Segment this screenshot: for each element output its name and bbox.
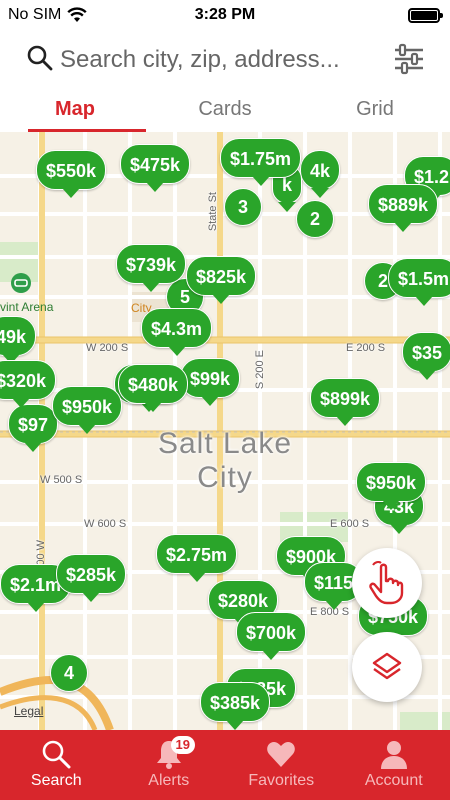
price-pin[interactable]: $550k: [36, 150, 107, 198]
price-pin[interactable]: $950k: [52, 386, 123, 434]
battery-fill: [411, 11, 437, 20]
tabbar-account[interactable]: Account: [338, 730, 450, 800]
carrier-label: No SIM: [8, 6, 62, 23]
status-bar: No SIM 3:28 PM: [0, 0, 450, 30]
price-pin[interactable]: 49k: [0, 316, 37, 364]
street-label-w500s: W 500 S: [40, 474, 83, 486]
bottom-tab-bar: Search 19 Alerts Favorites Account: [0, 730, 450, 800]
street-label-state-st: State St: [207, 192, 219, 232]
arena-icon: [11, 273, 31, 293]
street-label-w200s: W 200 S: [86, 342, 129, 354]
price-pin[interactable]: $285k: [56, 554, 127, 602]
poi-label-vivint-arena: vint Arena: [0, 300, 54, 314]
tab-cards[interactable]: Cards: [150, 90, 300, 132]
filter-sliders-icon[interactable]: [392, 42, 426, 76]
tab-grid[interactable]: Grid: [300, 90, 450, 132]
wifi-icon: [67, 7, 87, 22]
heart-icon: [267, 742, 296, 767]
alerts-badge: 19: [170, 736, 195, 754]
price-pin[interactable]: 4k: [300, 150, 341, 198]
price-pin[interactable]: $385k: [200, 682, 271, 730]
price-pin[interactable]: $825k: [186, 256, 257, 304]
status-carrier-group: No SIM: [8, 6, 87, 24]
layers-icon: [372, 652, 402, 680]
price-pin[interactable]: $35: [402, 332, 450, 380]
tabbar-label: Favorites: [248, 772, 315, 789]
price-pin[interactable]: $1.75m: [220, 138, 302, 186]
price-pin[interactable]: $1.5m: [388, 258, 450, 306]
listing-cluster[interactable]: 2: [296, 200, 334, 238]
price-pin[interactable]: $97: [8, 404, 59, 452]
price-pin[interactable]: $2.75m: [156, 534, 238, 582]
price-pin[interactable]: $700k: [236, 612, 307, 660]
search-icon: [27, 45, 53, 71]
price-pin[interactable]: $899k: [310, 378, 381, 426]
street-label-w600s: W 600 S: [84, 518, 127, 530]
search-icon: [42, 740, 71, 769]
tabbar-alerts[interactable]: 19 Alerts: [113, 730, 226, 800]
map-view[interactable]: W 200 S E 200 S W 500 S W 600 S E 600 S …: [0, 132, 450, 730]
street-label-s200e: S 200 E: [254, 350, 266, 390]
listing-cluster[interactable]: 3: [224, 188, 262, 226]
tab-map[interactable]: Map: [0, 90, 150, 132]
price-pin[interactable]: $950k: [356, 462, 427, 510]
battery-icon: [408, 8, 443, 23]
person-icon: [380, 741, 407, 769]
price-pin[interactable]: $475k: [120, 144, 191, 192]
search-input[interactable]: [60, 44, 380, 76]
tabbar-search[interactable]: Search: [0, 730, 113, 800]
tabbar-favorites[interactable]: Favorites: [225, 730, 338, 800]
hand-pointer-icon: [369, 561, 404, 605]
price-pin[interactable]: $889k: [368, 184, 439, 232]
map-legal-link[interactable]: Legal: [14, 704, 43, 718]
tabbar-label: Alerts: [148, 772, 190, 789]
price-pin[interactable]: $4.3m: [141, 308, 213, 356]
street-label-e600s: E 600 S: [330, 518, 370, 530]
price-pin[interactable]: $480k: [118, 364, 189, 412]
price-pin[interactable]: $739k: [116, 244, 187, 292]
city-label: Salt Lake City: [157, 427, 293, 494]
price-pin[interactable]: $320k: [0, 360, 57, 408]
map-layers-button[interactable]: [352, 632, 422, 702]
tabbar-label: Search: [30, 772, 82, 789]
search-bar: [0, 30, 450, 90]
tabbar-label: Account: [364, 772, 423, 789]
draw-search-button[interactable]: [352, 548, 422, 618]
view-tabs: Map Cards Grid: [0, 90, 450, 132]
listing-cluster[interactable]: 4: [50, 654, 88, 692]
price-pin[interactable]: $99k: [180, 358, 241, 406]
street-label-e200s: E 200 S: [346, 342, 386, 354]
